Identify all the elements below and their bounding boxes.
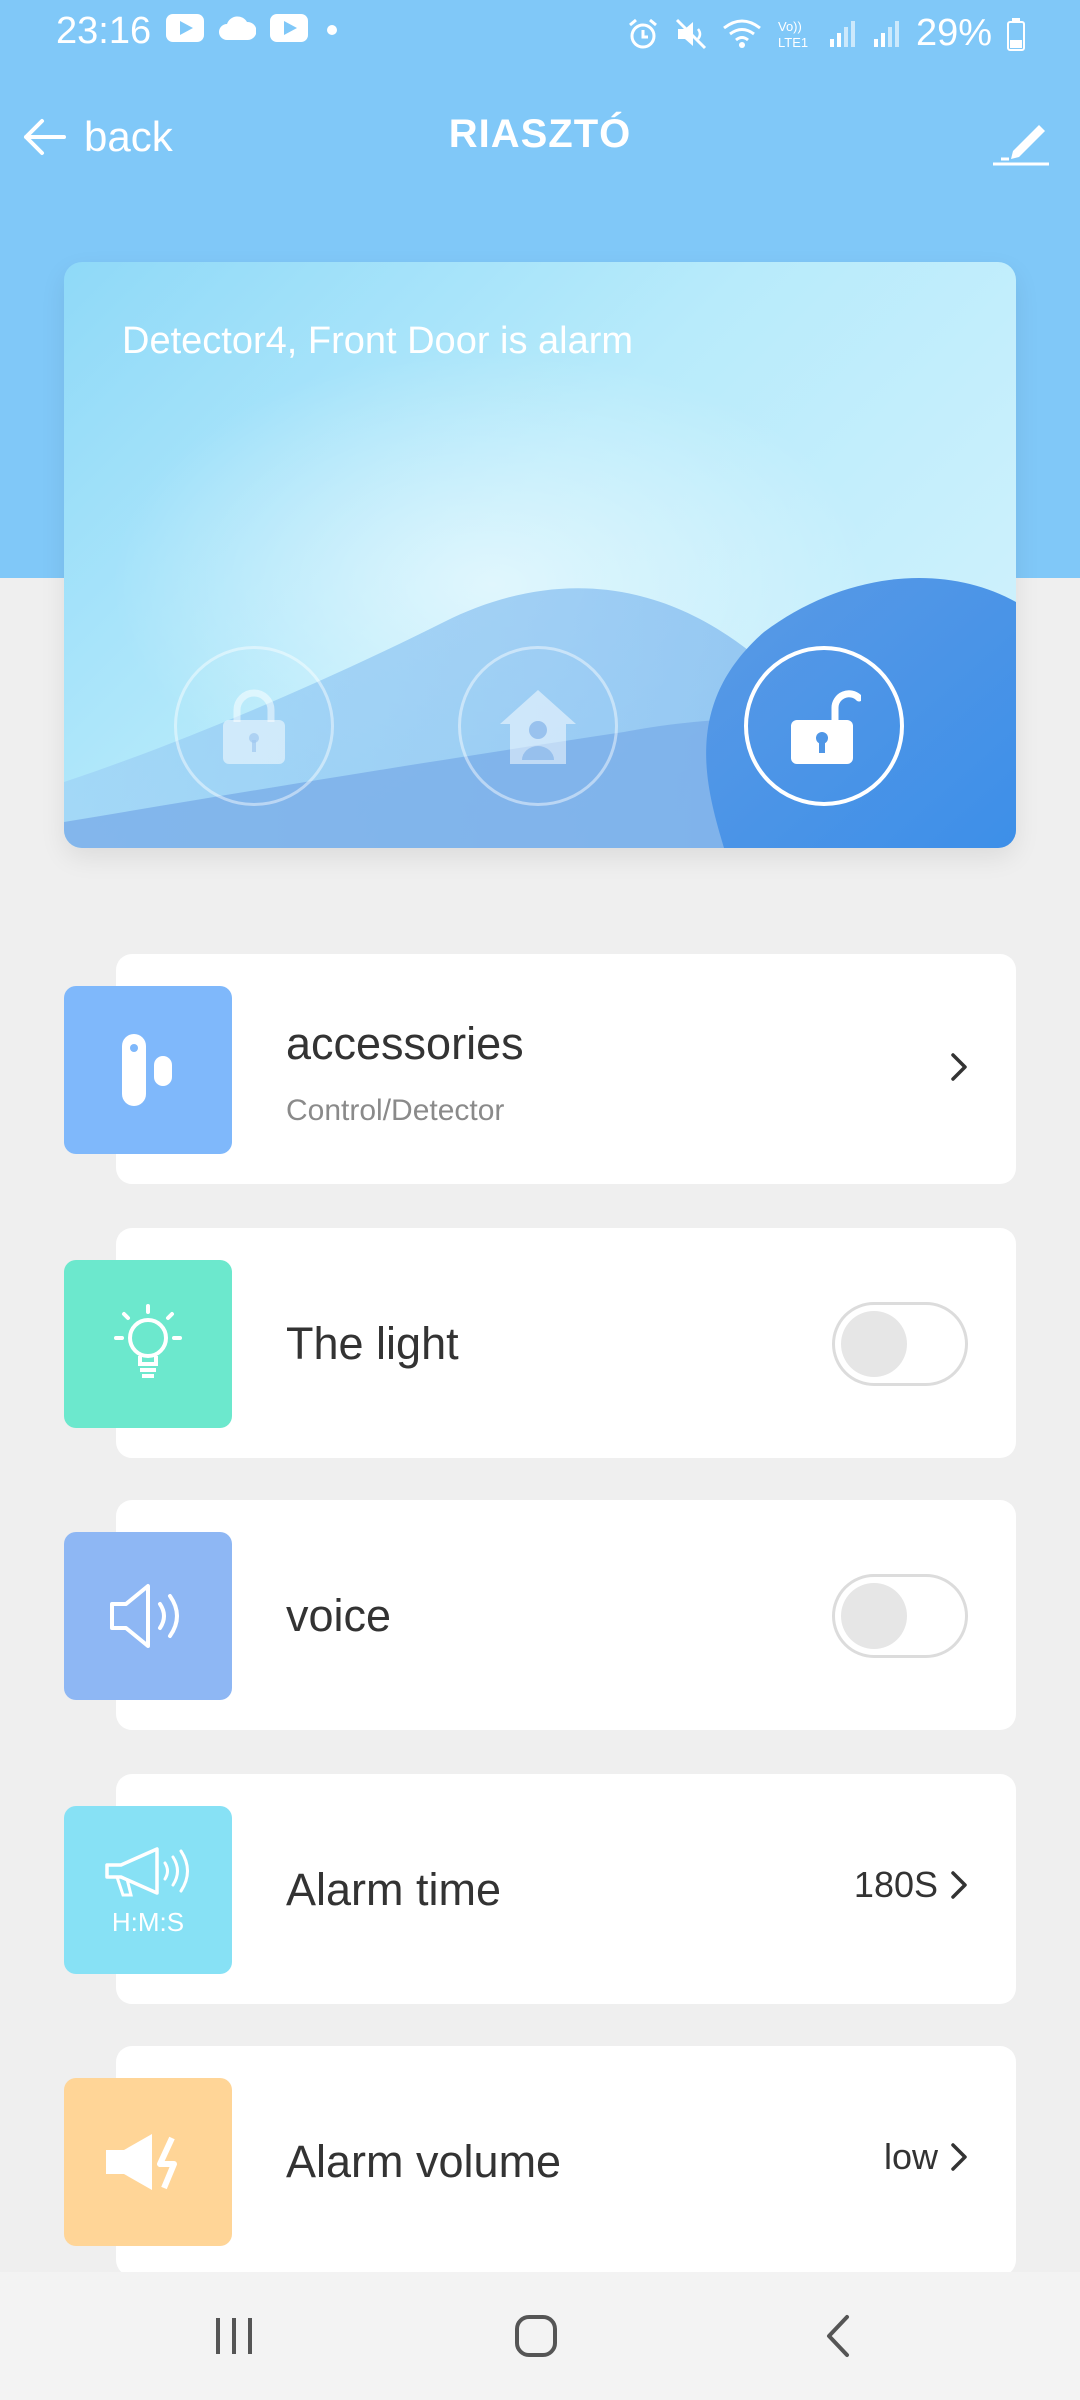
disarm-mode-button[interactable] <box>744 646 904 806</box>
edit-icon <box>993 125 1049 166</box>
lock-icon <box>223 689 285 764</box>
home-circle-icon <box>515 2315 557 2357</box>
voice-label: voice <box>286 1590 392 1641</box>
alarm-time-icon-caption: H:M:S <box>111 1906 185 1937</box>
system-navigation-bar <box>0 2272 1080 2400</box>
signal-icon <box>873 20 899 47</box>
recent-apps-button[interactable] <box>184 2296 284 2376</box>
alarm-clock-icon <box>628 18 657 48</box>
voice-toggle-knob <box>841 1583 907 1649</box>
accessories-label: accessories <box>286 1018 524 1069</box>
chevron-right-icon <box>951 2143 967 2171</box>
arm-mode-button[interactable] <box>174 646 334 806</box>
light-tile <box>64 1260 232 1428</box>
voice-toggle[interactable] <box>832 1574 968 1658</box>
app-header: back RIASZTÓ <box>0 92 1080 182</box>
home-mode-button[interactable] <box>458 646 618 806</box>
wifi-icon <box>723 19 761 48</box>
mute-icon <box>675 18 706 49</box>
light-bulb-icon <box>114 1304 182 1378</box>
voice-row: voice <box>64 1500 1016 1730</box>
svg-text:LTE1: LTE1 <box>778 35 808 50</box>
alarm-time-tile: H:M:S <box>64 1806 232 1974</box>
dot-icon <box>327 25 337 35</box>
status-time: 23:16 <box>56 10 152 52</box>
alarm-time-value: 180S <box>853 1864 938 1905</box>
speaker-icon <box>110 1584 179 1648</box>
alarm-volume-label: Alarm volume <box>286 2136 562 2187</box>
alarm-status-card: Detector4, Front Door is alarm <box>64 262 1016 848</box>
svg-text:Vo)): Vo)) <box>778 19 802 34</box>
voice-tile <box>64 1532 232 1700</box>
page-title: RIASZTÓ <box>448 112 632 156</box>
notification-icons <box>166 14 342 42</box>
back-chevron-icon <box>827 2315 849 2357</box>
youtube-icon <box>166 14 204 42</box>
home-icon <box>500 690 576 764</box>
edit-button[interactable] <box>986 106 1056 176</box>
alarm-volume-value: low <box>883 2136 938 2177</box>
detector-icon <box>122 1034 172 1106</box>
cloud-icon <box>219 16 256 40</box>
alarm-time-label: Alarm time <box>286 1864 502 1915</box>
unlock-icon <box>791 690 861 764</box>
volume-alert-icon <box>106 2134 177 2190</box>
accessories-panel <box>116 954 1016 1184</box>
alarm-status-text: Detector4, Front Door is alarm <box>122 320 634 362</box>
light-toggle[interactable] <box>832 1302 968 1386</box>
system-icons: Vo)) LTE1 29% <box>626 12 1026 55</box>
alarm-volume-value-group: low <box>884 2136 968 2178</box>
alarm-time-value-group: 180S <box>854 1864 968 1906</box>
accessories-tile <box>64 986 232 1154</box>
chevron-right-icon <box>951 1871 967 1899</box>
volte-icon: Vo))LTE1 <box>778 19 808 50</box>
battery-level: 29% <box>915 12 992 54</box>
battery-icon <box>1007 17 1025 51</box>
home-button[interactable] <box>486 2296 586 2376</box>
alarm-time-row[interactable]: H:M:S Alarm time 180S <box>64 1774 1016 2004</box>
accessories-sublabel: Control/Detector <box>286 1094 505 1127</box>
light-label: The light <box>286 1318 459 1369</box>
light-toggle-knob <box>841 1311 907 1377</box>
youtube-icon <box>270 14 308 42</box>
alarm-volume-tile <box>64 2078 232 2246</box>
recent-apps-icon <box>216 2318 252 2354</box>
accessories-chevron <box>950 1052 968 1082</box>
chevron-right-icon <box>951 1053 967 1081</box>
megaphone-icon <box>105 1846 189 1896</box>
system-back-button[interactable] <box>788 2296 888 2376</box>
light-row: The light <box>64 1228 1016 1458</box>
alarm-volume-row[interactable]: Alarm volume low <box>64 2046 1016 2276</box>
accessories-row[interactable]: accessories Control/Detector <box>64 954 1016 1184</box>
alarm-volume-panel <box>116 2046 1016 2276</box>
status-bar: 23:16 Vo)) LTE1 29% <box>0 0 1080 64</box>
signal-icon <box>829 20 855 47</box>
